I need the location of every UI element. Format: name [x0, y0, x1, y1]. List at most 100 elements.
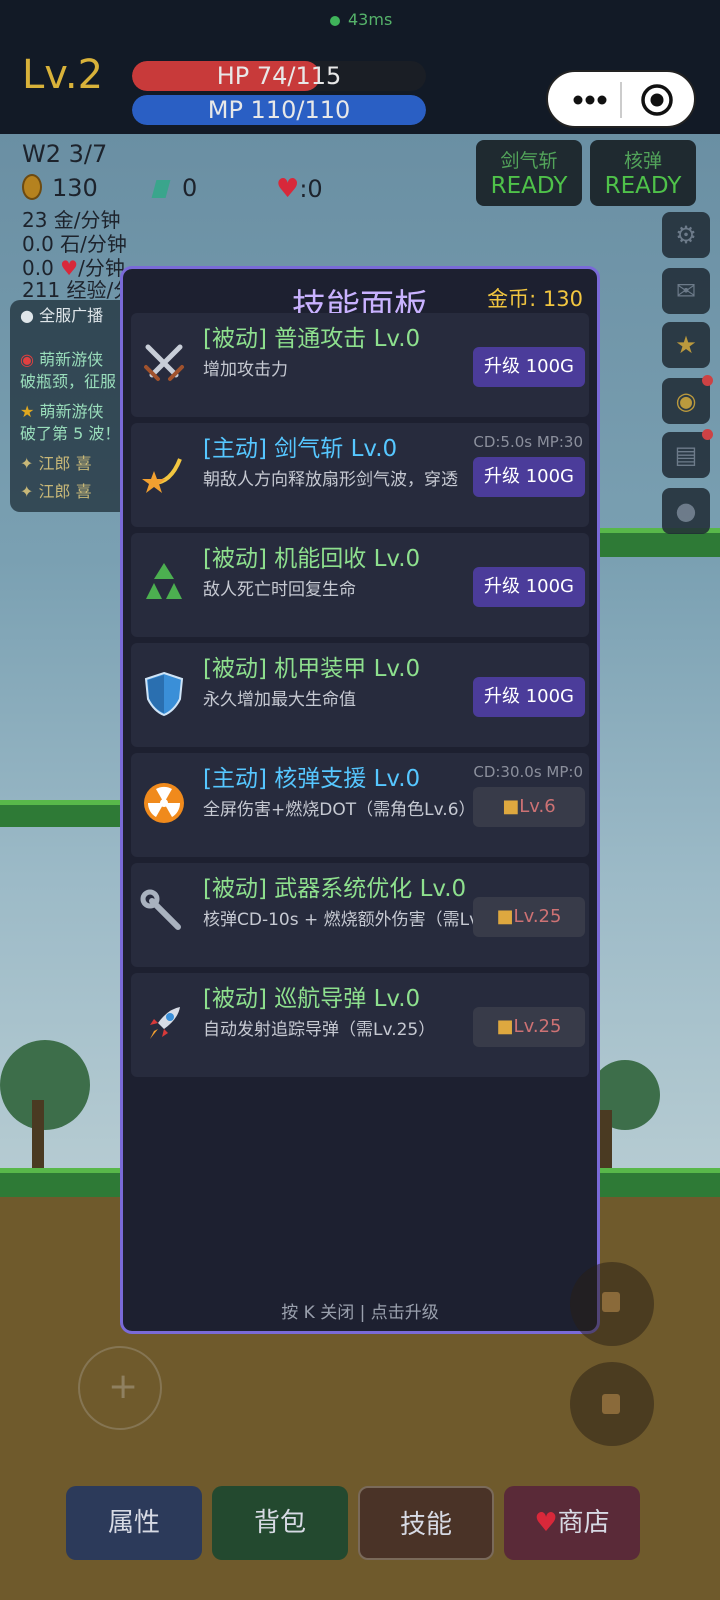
nav-attributes[interactable]: 属性: [66, 1486, 202, 1560]
skill-button-status: READY: [604, 173, 682, 199]
lock-icon: [602, 1292, 620, 1312]
locked-skill-slot[interactable]: [570, 1262, 654, 1346]
skill-card-cruise-missile: [被动] 巡航导弹 Lv.0 自动发射追踪导弹（需Lv.25） ■Lv.25: [131, 973, 589, 1077]
upgrade-button[interactable]: 升级 100G: [473, 347, 585, 387]
skill-desc: 永久增加最大生命值: [203, 690, 356, 710]
capsule-divider: [620, 82, 622, 118]
broadcast-line: ✦ 江郎 喜: [20, 450, 92, 474]
locked-skill-slot[interactable]: [570, 1362, 654, 1446]
heart-counter: ♥:0: [276, 174, 323, 204]
gold-value: 130: [52, 174, 98, 202]
nav-shop-label: 商店: [557, 1508, 610, 1538]
tree-trunk-right: [600, 1110, 612, 1170]
radioactive-icon: [137, 779, 191, 833]
skill-button-status: READY: [490, 173, 568, 199]
nav-backpack[interactable]: 背包: [212, 1486, 348, 1560]
skill-button-name: 核弹: [623, 150, 662, 172]
skill-title: [被动] 武器系统优化 Lv.0: [203, 876, 467, 902]
trophy-icon: ★: [675, 331, 697, 359]
lock-icon: [602, 1394, 620, 1414]
more-dots-icon[interactable]: [566, 88, 614, 112]
gold-counter: 130: [22, 174, 98, 202]
locked-button[interactable]: ■Lv.25: [473, 1007, 585, 1047]
broadcast-title-text: 全服广播: [39, 306, 104, 325]
mp-label: MP 110/110: [207, 96, 351, 124]
stone-value: 0: [182, 174, 198, 202]
top-bar: 43ms Lv.2 HP 74/115 MP 110/110: [0, 0, 720, 134]
lock-icon: ■: [496, 1016, 514, 1037]
skill-title: [被动] 机能回收 Lv.0: [203, 546, 421, 572]
skill-desc: 核弹CD-10s + 燃烧额外伤害（需Lv.25）: [203, 910, 473, 930]
broadcast-line-text: 喜: [75, 454, 92, 473]
mail-button[interactable]: ✉: [662, 268, 710, 314]
notification-badge: [702, 429, 713, 440]
locked-button[interactable]: ■Lv.25: [473, 897, 585, 937]
skill-card-sword-qi: [主动] 剑气斩 Lv.0 CD:5.0s MP:30 朝敌人方向释放扇形剑气波…: [131, 423, 589, 527]
joystick[interactable]: +: [78, 1346, 162, 1430]
broadcast-line-text: 萌新游侠: [39, 402, 104, 421]
skill-card-nuke: [主动] 核弹支援 Lv.0 CD:30.0s MP:0 全屏伤害+燃烧DOT（…: [131, 753, 589, 857]
locked-button[interactable]: ■Lv.6: [473, 787, 585, 827]
wave-counter: W2 3/7: [22, 140, 108, 168]
broadcast-line-text: 萌新游侠: [39, 350, 104, 369]
player-level: Lv.2: [22, 52, 104, 98]
broadcast-line: ★ 萌新游侠: [20, 398, 103, 422]
skill-title: [被动] 机甲装甲 Lv.0: [203, 656, 421, 682]
hp-label: HP 74/115: [216, 62, 342, 90]
sparkle-icon: ✦: [20, 454, 34, 473]
gear-icon: ⚙: [675, 221, 697, 249]
panel-gold: 金币: 130: [487, 287, 583, 311]
lock-icon: ■: [502, 796, 520, 817]
mp-bar: MP 110/110: [132, 95, 426, 125]
skill-desc: 自动发射追踪导弹（需Lv.25）: [203, 1020, 436, 1040]
settings-button[interactable]: ⚙: [662, 212, 710, 258]
chat-button[interactable]: ●: [662, 488, 710, 534]
trophy-icon: ★: [20, 402, 35, 421]
nav-shop[interactable]: ♥商店: [504, 1486, 640, 1560]
skill-button-sword-qi[interactable]: 剑气斩 READY: [476, 140, 582, 206]
ping-indicator: 43ms: [330, 10, 392, 29]
trophy-button[interactable]: ★: [662, 322, 710, 368]
target-icon: ◉: [20, 350, 34, 369]
skill-title: [被动] 巡航导弹 Lv.0: [203, 986, 421, 1012]
wrench-icon: [137, 889, 191, 943]
skill-cooldown: CD:5.0s MP:30: [473, 433, 583, 451]
upgrade-button[interactable]: 升级 100G: [473, 677, 585, 717]
skill-panel: 技能面板 金币: 130 [被动] 普通攻击 Lv.0 增加攻击力 升级 100…: [120, 266, 600, 1334]
broadcast-title: ● 全服广播: [20, 302, 103, 326]
locked-level: Lv.25: [513, 906, 562, 927]
skill-title: [被动] 普通攻击 Lv.0: [203, 326, 421, 352]
broadcast-line-text: 喜: [75, 482, 92, 501]
heart-value: :0: [299, 175, 323, 203]
nav-skills[interactable]: 技能: [358, 1486, 494, 1560]
skill-button-nuke[interactable]: 核弹 READY: [590, 140, 696, 206]
broadcast-line: ◉ 萌新游侠: [20, 346, 103, 370]
record-icon[interactable]: [640, 83, 674, 117]
skill-card-recycle: [被动] 机能回收 Lv.0 敌人死亡时回复生命 升级 100G: [131, 533, 589, 637]
skill-card-weapon-optimize: [被动] 武器系统优化 Lv.0 核弹CD-10s + 燃烧额外伤害（需Lv.2…: [131, 863, 589, 967]
speech-icon: ●: [20, 306, 34, 325]
tree-trunk-left: [32, 1100, 44, 1170]
task-button[interactable]: ▤: [662, 429, 713, 478]
upgrade-button[interactable]: 升级 100G: [473, 457, 585, 497]
heart-icon: ♥: [276, 174, 300, 204]
skill-card-armor: [被动] 机甲装甲 Lv.0 永久增加最大生命值 升级 100G: [131, 643, 589, 747]
plus-icon: +: [108, 1366, 139, 1407]
mail-icon: ✉: [675, 277, 697, 305]
skill-card-normal-attack: [被动] 普通攻击 Lv.0 增加攻击力 升级 100G: [131, 313, 589, 417]
platform-left: [0, 800, 120, 827]
sparkle-icon: ✦: [20, 482, 34, 501]
locked-level: Lv.6: [519, 796, 556, 817]
miniprogram-capsule: [546, 70, 696, 128]
stone-counter: 0: [151, 174, 198, 202]
shooting-star-icon: [137, 449, 191, 503]
skill-title: [主动] 核弹支援 Lv.0: [203, 766, 421, 792]
upgrade-button[interactable]: 升级 100G: [473, 567, 585, 607]
skill-title: [主动] 剑气斩 Lv.0: [203, 436, 398, 462]
medal-button[interactable]: ◉: [662, 375, 713, 424]
broadcast-line: ✦ 江郎 喜: [20, 478, 92, 502]
locked-level: Lv.25: [513, 1016, 562, 1037]
hp-bar: HP 74/115: [132, 61, 426, 91]
notification-badge: [702, 375, 713, 386]
skill-desc: 增加攻击力: [203, 360, 288, 380]
